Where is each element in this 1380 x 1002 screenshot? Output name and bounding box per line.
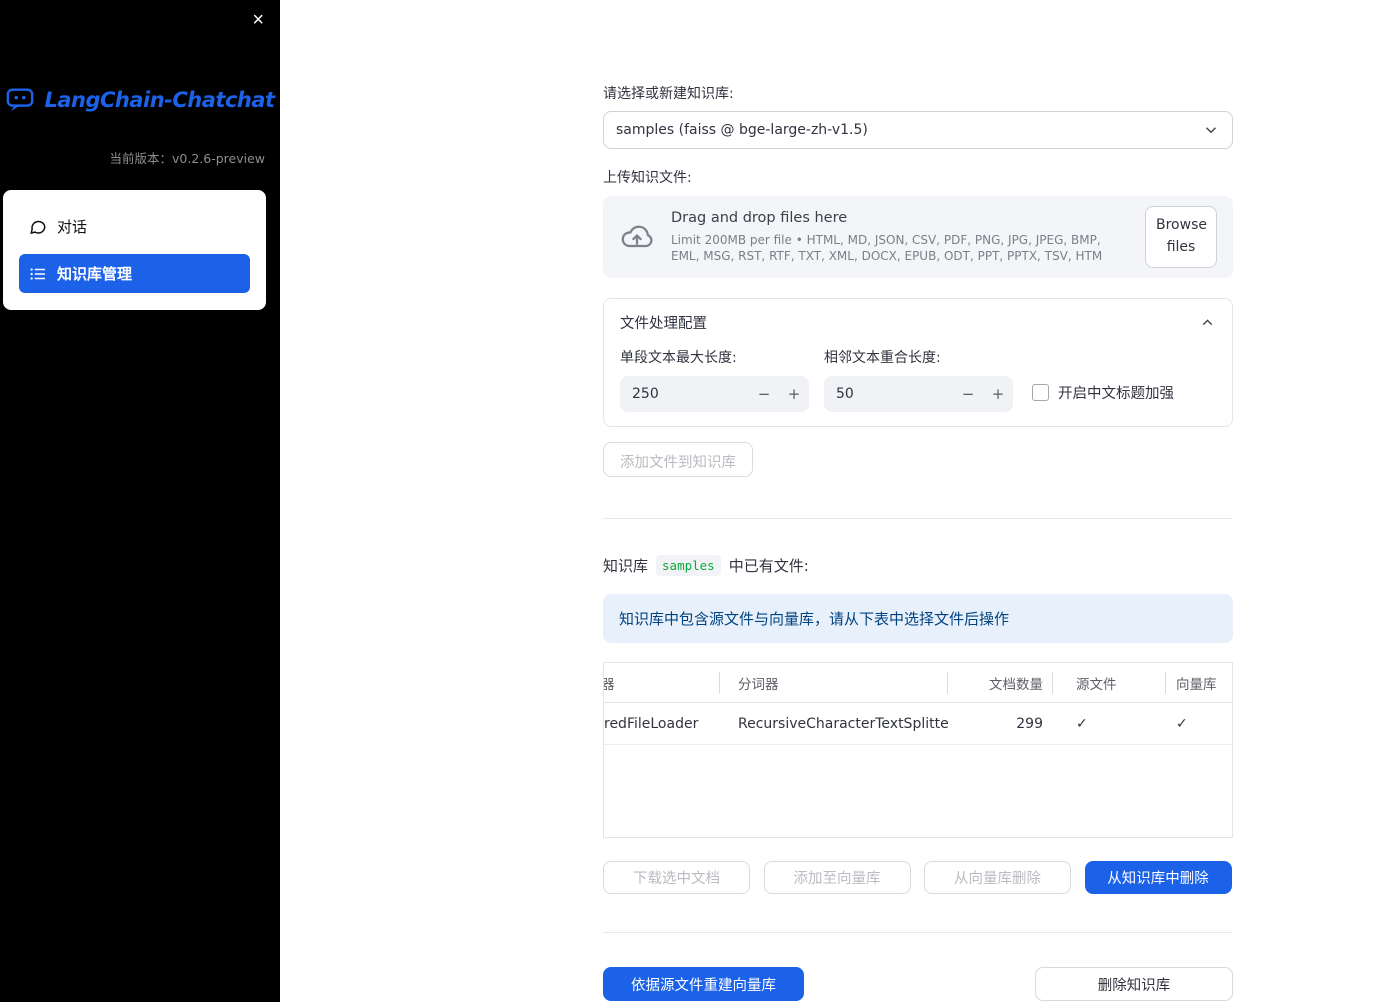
cell-vector-store-check: ✓ xyxy=(1176,715,1188,732)
kb-select-label: 请选择或新建知识库: xyxy=(603,86,734,102)
dropzone-limits: Limit 200MB per file • HTML, MD, JSON, C… xyxy=(671,232,1103,263)
col-vector-store: 向量库 xyxy=(1176,676,1217,693)
kb-select[interactable]: samples (faiss @ bge-large-zh-v1.5) xyxy=(603,111,1233,149)
download-selected-button[interactable]: 下载选中文档 xyxy=(603,861,750,894)
cell-source-file-check: ✓ xyxy=(1076,715,1088,732)
max-length-label: 单段文本最大长度: xyxy=(620,350,737,366)
max-length-decrement-button[interactable]: − xyxy=(749,376,779,412)
chat-bubble-icon xyxy=(29,218,47,236)
info-banner: 知识库中包含源文件与向量库，请从下表中选择文件后操作 xyxy=(603,594,1233,643)
expander-header[interactable]: 文件处理配置 xyxy=(604,299,1232,343)
max-length-increment-button[interactable]: + xyxy=(779,376,809,412)
close-sidebar-icon[interactable]: × xyxy=(248,6,268,34)
table-row[interactable]: redFileLoader RecursiveCharacterTextSpli… xyxy=(604,703,1232,745)
cloud-upload-icon xyxy=(619,219,655,255)
list-icon xyxy=(29,265,47,283)
delete-from-vector-store-button[interactable]: 从向量库删除 xyxy=(924,861,1071,894)
overlap-length-label: 相邻文本重合长度: xyxy=(824,350,941,366)
kb-files-heading: 知识库 samples 中已有文件: xyxy=(603,555,809,576)
kb-files-table: 器 分词器 文档数量 源文件 向量库 redFileLoader Recursi… xyxy=(603,662,1233,838)
app-logo: LangChain-Chatchat xyxy=(0,85,280,115)
col-doc-count: 文档数量 xyxy=(948,663,1053,702)
file-action-buttons: 下载选中文档 添加至向量库 从向量库删除 从知识库中删除 xyxy=(603,861,1233,894)
sidebar-item-knowledge-base[interactable]: 知识库管理 xyxy=(19,254,250,293)
add-files-to-kb-button[interactable]: 添加文件到知识库 xyxy=(603,442,753,477)
kb-bottom-actions: 依据源文件重建向量库 删除知识库 xyxy=(603,967,1233,1001)
file-dropzone[interactable]: Drag and drop files here Limit 200MB per… xyxy=(603,196,1233,278)
kb-select-value: samples (faiss @ bge-large-zh-v1.5) xyxy=(616,122,868,138)
dropzone-title: Drag and drop files here xyxy=(671,209,848,226)
overlap-decrement-button[interactable]: − xyxy=(953,376,983,412)
delete-kb-button[interactable]: 删除知识库 xyxy=(1035,967,1233,1001)
browse-files-button[interactable]: Browse files xyxy=(1145,206,1217,268)
chevron-up-icon xyxy=(1199,314,1216,331)
rebuild-vector-store-button[interactable]: 依据源文件重建向量库 xyxy=(603,967,804,1001)
divider xyxy=(603,932,1233,933)
sidebar-item-dialogue[interactable]: 对话 xyxy=(19,207,250,246)
sidebar-item-label: 对话 xyxy=(57,218,88,236)
col-loader: 器 xyxy=(604,663,720,702)
chinese-title-checkbox[interactable] xyxy=(1032,384,1049,401)
expander-title: 文件处理配置 xyxy=(620,316,707,332)
delete-from-kb-button[interactable]: 从知识库中删除 xyxy=(1084,861,1232,894)
cell-loader: redFileLoader xyxy=(604,715,699,732)
version-text: 当前版本：v0.2.6-preview xyxy=(109,151,265,166)
upload-label: 上传知识文件: xyxy=(603,170,692,186)
config-row: 单段文本最大长度: 250 − + 相邻文本重合长度: 50 − + 开启中文标… xyxy=(604,343,1232,426)
cell-splitter: RecursiveCharacterTextSplitter xyxy=(738,715,948,732)
sidebar-menu: 对话 知识库管理 xyxy=(3,190,266,310)
overlap-increment-button[interactable]: + xyxy=(983,376,1013,412)
cell-doc-count: 299 xyxy=(1016,715,1043,732)
add-to-vector-store-button[interactable]: 添加至向量库 xyxy=(763,861,911,894)
overlap-length-input[interactable]: 50 − + xyxy=(824,376,1013,412)
kb-name-code: samples xyxy=(656,555,721,576)
max-length-value: 250 xyxy=(632,386,659,402)
col-splitter: 分词器 xyxy=(720,663,948,702)
chinese-title-enhance: 开启中文标题加强 xyxy=(1032,382,1174,403)
chevron-down-icon xyxy=(1202,121,1220,139)
file-config-expander: 文件处理配置 单段文本最大长度: 250 − + 相邻文本重合长度: 50 − … xyxy=(603,298,1233,427)
col-source-file: 源文件 xyxy=(1053,663,1166,702)
sidebar: × LangChain-Chatchat 当前版本：v0.2.6-preview… xyxy=(0,0,280,1002)
main-content: 请选择或新建知识库: samples (faiss @ bge-large-zh… xyxy=(603,0,1233,1001)
dropzone-text: Drag and drop files here Limit 200MB per… xyxy=(671,210,1129,264)
divider xyxy=(603,518,1233,519)
overlap-length-value: 50 xyxy=(836,386,854,402)
table-header-row: 器 分词器 文档数量 源文件 向量库 xyxy=(604,663,1232,703)
sidebar-item-label: 知识库管理 xyxy=(57,265,133,283)
app-title: LangChain-Chatchat xyxy=(44,88,275,112)
chatchat-logo-icon xyxy=(5,85,35,115)
chinese-title-checkbox-label: 开启中文标题加强 xyxy=(1058,386,1174,402)
max-length-input[interactable]: 250 − + xyxy=(620,376,809,412)
